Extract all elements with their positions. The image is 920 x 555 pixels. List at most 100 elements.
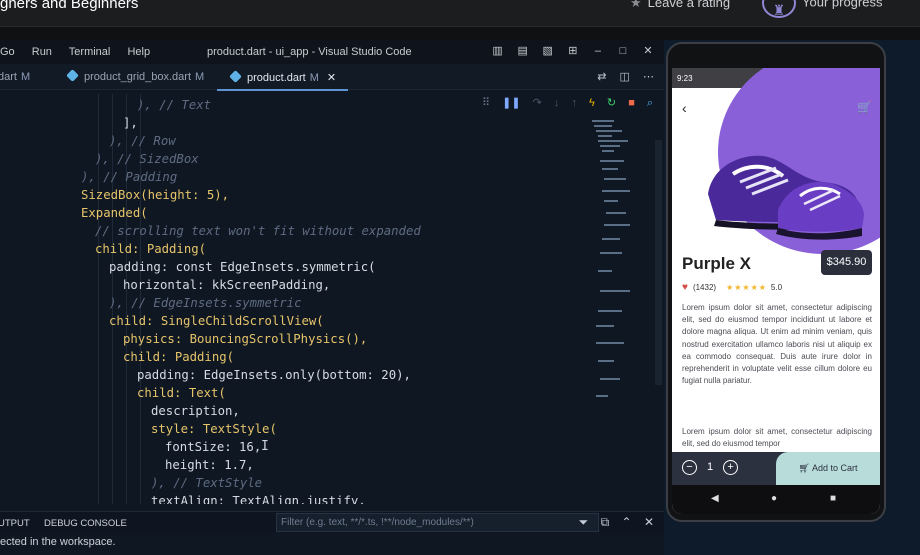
minimize-icon[interactable]: – — [590, 45, 606, 57]
code-line: style: TextStyle( — [151, 422, 277, 436]
code-line: physics: BouncingScrollPhysics(), — [123, 332, 368, 346]
code-line: horizontal: kkScreenPadding, — [123, 278, 331, 292]
product-name: Purple X — [682, 254, 751, 273]
vscode-window: Go Run Terminal Help product.dart - ui_a… — [0, 40, 664, 555]
menu-terminal[interactable]: Terminal — [69, 46, 111, 58]
menu-run[interactable]: Run — [32, 46, 52, 58]
toggle-secondary-sidebar-icon[interactable]: ▧ — [540, 44, 556, 57]
tab-label: product.dart — [247, 72, 306, 84]
open-in-editor-icon[interactable]: ⧉ — [601, 515, 610, 529]
rating-label: Leave a rating — [647, 0, 731, 10]
minimap[interactable] — [584, 120, 654, 430]
collapse-panel-icon[interactable]: ⌃ — [622, 515, 632, 529]
code-line: ), // TextStyle — [151, 476, 263, 490]
code-line: padding: const EdgeInsets.symmetric( — [109, 260, 376, 274]
bottom-panel-bar: UTPUT DEBUG CONSOLE Filter (e.g. text, *… — [0, 511, 664, 533]
add-to-cart-label: Add to Cart — [811, 463, 858, 473]
menu-help[interactable]: Help — [127, 46, 150, 58]
code-line: SizedBox(height: 5), — [81, 188, 230, 202]
code-line: textAlign: TextAlign.justify, — [151, 494, 366, 504]
phone-screen: 9:23 ⊖ ▾ ◢ ▮ ‹ 🛒 Purple X $345.90 ♥(1432… — [672, 68, 880, 514]
toggle-sidebar-icon[interactable]: ▥ — [490, 44, 506, 57]
code-line: child: Padding( — [95, 242, 207, 256]
code-line: fontSize: 16, — [165, 440, 262, 454]
modified-badge: M — [195, 71, 205, 83]
nav-back-icon[interactable]: ◀ — [711, 493, 719, 504]
window-title: product.dart - ui_app - Visual Studio Co… — [207, 46, 412, 58]
review-count: (1432) — [692, 283, 717, 292]
star-icon: ★ — [630, 0, 642, 10]
code-editor[interactable]: ), // Text ], ), // Row ), // SizedBox )… — [0, 94, 580, 504]
android-nav-bar: ◀ ● ■ — [672, 485, 880, 514]
screen-root: gners and Beginners ★ Leave a rating ♜ You… — [0, 0, 920, 555]
heart-icon[interactable]: ♥ — [682, 282, 688, 293]
code-line: height: 1.7, — [165, 458, 254, 472]
toggle-panel-icon[interactable]: ▤ — [515, 44, 531, 57]
leave-rating-button[interactable]: ★ Leave a rating — [630, 0, 730, 11]
code-line: ), // EdgeInsets.symmetric — [109, 296, 302, 310]
tab-output[interactable]: UTPUT — [0, 518, 30, 529]
code-line: description, — [151, 404, 240, 418]
compare-icon[interactable]: ⇄ — [597, 71, 606, 83]
code-line: // scrolling text won't fit without expa… — [95, 224, 421, 238]
nav-recents-icon[interactable]: ■ — [830, 493, 836, 504]
code-line: ), // SizedBox — [95, 152, 199, 166]
split-editor-icon[interactable]: ◫ — [620, 71, 630, 83]
code-line: ), // Row — [109, 134, 176, 148]
code-line: ), // Text — [137, 98, 212, 112]
back-arrow-icon[interactable]: ‹ — [682, 100, 687, 116]
status-time: 9:23 — [677, 74, 693, 83]
product-description: Lorem ipsum dolor sit amet, consectetur … — [682, 303, 872, 386]
cart-controls: −1 + 🛒︎ Add to Cart — [672, 452, 880, 485]
tab-debug-console[interactable]: DEBUG CONSOLE — [44, 518, 127, 529]
code-line: padding: EdgeInsets.only(bottom: 20), — [137, 368, 411, 382]
trophy-icon: ♜ — [762, 0, 796, 18]
filter-input[interactable]: Filter (e.g. text, **/*.ts, !**/node_mod… — [276, 513, 599, 532]
product-description-continued: Lorem ipsum dolor sit amet, consectetur … — [682, 427, 872, 449]
close-panel-icon[interactable]: ✕ — [644, 515, 654, 529]
maximize-icon[interactable]: □ — [615, 45, 631, 57]
title-bar: Go Run Terminal Help product.dart - ui_a… — [0, 40, 664, 64]
code-line: ], — [123, 116, 138, 130]
increment-button[interactable]: + — [723, 460, 739, 475]
menu-go[interactable]: Go — [0, 46, 15, 58]
panel-actions: ⏷ ⧉ ⌃ ✕ — [570, 515, 654, 530]
tab-label: dart — [0, 71, 17, 83]
close-tab-icon[interactable]: ✕ — [327, 72, 336, 84]
nav-home-icon[interactable]: ● — [771, 493, 777, 504]
decrement-button[interactable]: − — [682, 460, 697, 475]
layout-icon[interactable]: ⊞ — [565, 44, 581, 57]
dart-file-icon — [66, 69, 79, 82]
window-controls: ▥ ▤ ▧ ⊞ – □ ✕ — [484, 44, 656, 57]
stars-icon: ★★★★★ — [726, 283, 767, 292]
tab-label: product_grid_box.dart — [84, 71, 192, 83]
text-cursor-icon: I — [261, 439, 269, 454]
status-message: ected in the workspace. — [0, 536, 116, 548]
quantity-stepper: −1 + — [682, 460, 739, 475]
rating-row: ♥ (1432) ★★★★★ 5.0 — [682, 282, 782, 293]
filter-icon[interactable]: ⏷ — [579, 515, 589, 529]
tab-actions: ⇄ ◫ ⋯ — [587, 70, 654, 83]
code-line: child: SingleChildScrollView( — [109, 314, 324, 328]
course-title: gners and Beginners — [0, 0, 139, 12]
more-actions-icon[interactable]: ⋯ — [643, 71, 654, 83]
cart-icon[interactable]: 🛒 — [857, 100, 872, 114]
code-line: child: Padding( — [123, 350, 235, 364]
tab-product-grid-box[interactable]: product_grid_box.dart M — [66, 69, 205, 83]
product-hero: ‹ 🛒 — [672, 68, 880, 258]
modified-badge: M — [20, 71, 31, 83]
inspect-icon[interactable]: ⌕ — [647, 97, 653, 109]
close-icon[interactable]: ✕ — [640, 44, 656, 57]
stop-icon[interactable]: ■ — [628, 97, 635, 109]
restart-icon[interactable]: ↻ — [607, 97, 616, 109]
menu-bar: Go Run Terminal Help — [0, 46, 164, 58]
price-badge: $345.90 — [821, 250, 872, 275]
add-to-cart-button[interactable]: 🛒︎ Add to Cart — [776, 452, 880, 485]
editor-scrollbar[interactable] — [655, 140, 662, 385]
dart-file-icon — [229, 70, 242, 83]
hot-reload-icon[interactable]: ϟ — [589, 97, 595, 109]
tab-product[interactable]: product.dart M ✕ — [216, 70, 349, 91]
code-line: ), // Padding — [81, 170, 178, 184]
tab-dart[interactable]: dart M — [0, 71, 30, 83]
progress-button[interactable]: ♜ Your progress — [762, 0, 882, 18]
